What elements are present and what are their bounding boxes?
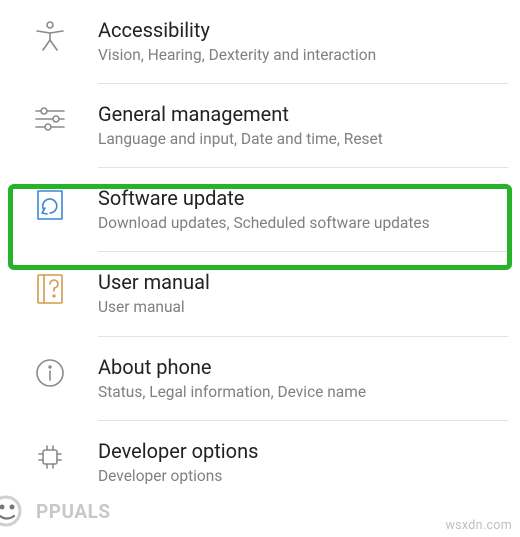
settings-item-software-update[interactable]: Software update Download updates, Schedu…	[0, 168, 520, 251]
settings-item-title: Accessibility	[98, 18, 502, 43]
settings-item-title: About phone	[98, 355, 502, 380]
developer-icon	[28, 439, 72, 473]
settings-text: User manual User manual	[72, 270, 508, 317]
settings-item-about-phone[interactable]: About phone Status, Legal information, D…	[0, 337, 520, 420]
settings-item-user-manual[interactable]: User manual User manual	[0, 252, 520, 335]
settings-item-subtitle: User manual	[98, 297, 502, 317]
manual-icon	[28, 270, 72, 306]
settings-text: Developer options Developer options	[72, 439, 508, 486]
settings-item-title: Software update	[98, 186, 502, 211]
settings-item-subtitle: Vision, Hearing, Dexterity and interacti…	[98, 45, 502, 65]
settings-text: Software update Download updates, Schedu…	[72, 186, 508, 233]
watermark-right: wsxdn.com	[445, 518, 512, 533]
settings-item-accessibility[interactable]: Accessibility Vision, Hearing, Dexterity…	[0, 0, 520, 83]
settings-item-subtitle: Language and input, Date and time, Reset	[98, 129, 502, 149]
settings-text: General management Language and input, D…	[72, 102, 508, 149]
settings-item-title: User manual	[98, 270, 502, 295]
update-icon	[28, 186, 72, 222]
settings-item-subtitle: Download updates, Scheduled software upd…	[98, 213, 502, 233]
sliders-icon	[28, 102, 72, 134]
settings-text: Accessibility Vision, Hearing, Dexterity…	[72, 18, 508, 65]
settings-item-general-management[interactable]: General management Language and input, D…	[0, 84, 520, 167]
watermark-left-text: PPUALS	[36, 500, 111, 523]
settings-list: Accessibility Vision, Hearing, Dexterity…	[0, 0, 520, 504]
settings-item-title: General management	[98, 102, 502, 127]
accessibility-icon	[28, 18, 72, 54]
settings-item-title: Developer options	[98, 439, 502, 464]
settings-item-subtitle: Status, Legal information, Device name	[98, 382, 502, 402]
watermark-left: PPUALS	[0, 489, 111, 533]
settings-text: About phone Status, Legal information, D…	[72, 355, 508, 402]
settings-item-subtitle: Developer options	[98, 466, 502, 486]
info-icon	[28, 355, 72, 389]
